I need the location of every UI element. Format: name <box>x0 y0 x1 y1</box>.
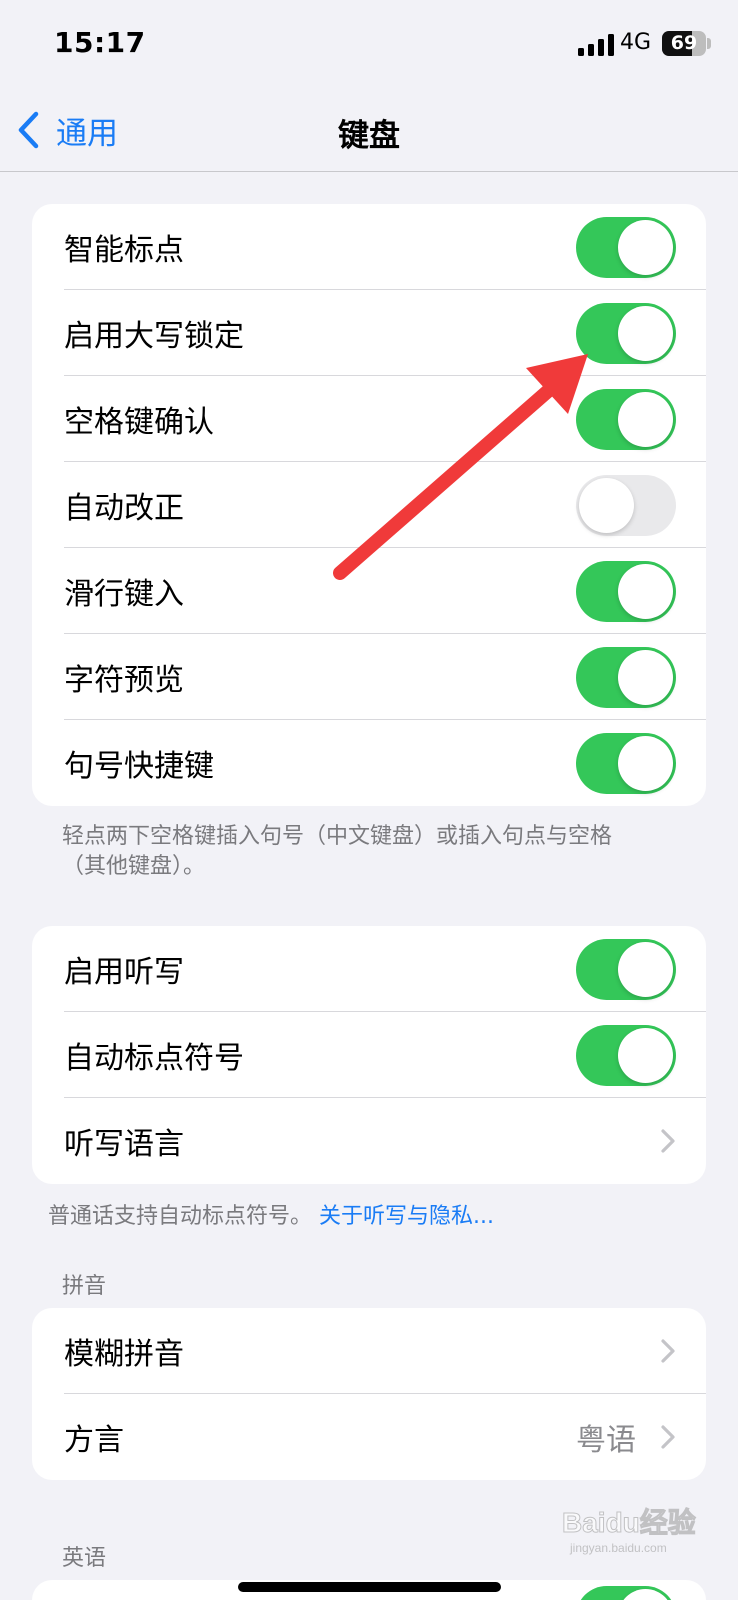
setting-row-character-preview: 字符预览 <box>32 634 706 720</box>
dictation-footnote: 普通话支持自动标点符号。 关于听写与隐私... <box>48 1202 708 1232</box>
page-title: 键盘 <box>338 118 400 154</box>
chevron-right-icon <box>661 1129 675 1153</box>
footnote-line: （其他键盘）。 <box>62 854 206 879</box>
row-label: 句号快捷键 <box>64 749 214 784</box>
home-indicator[interactable] <box>238 1582 501 1592</box>
row-label: 字符预览 <box>64 663 184 698</box>
setting-row-dictation-languages[interactable]: 听写语言 <box>32 1098 706 1184</box>
auto-correction-toggle[interactable] <box>576 474 676 536</box>
setting-row-caps-lock: 启用大写锁定 <box>32 290 706 376</box>
row-label: 启用听写 <box>64 955 184 990</box>
setting-row-smart-punctuation: 智能标点 <box>32 204 706 290</box>
network-type: 4G <box>620 30 652 55</box>
cellular-signal-icon <box>578 34 614 56</box>
footnote-text: 普通话支持自动标点符号。 <box>48 1204 313 1229</box>
setting-row-auto-punctuation: 自动标点符号 <box>32 1012 706 1098</box>
enable-dictation-toggle[interactable] <box>576 938 676 1000</box>
slide-to-type-toggle[interactable] <box>576 560 676 622</box>
status-bar: 15:17 4G 69 <box>0 0 738 90</box>
auto-punctuation-toggle[interactable] <box>576 1024 676 1086</box>
pinyin-group: 模糊拼音 方言 粤语 <box>32 1308 706 1480</box>
setting-row-fuzzy-pinyin[interactable]: 模糊拼音 <box>32 1308 706 1394</box>
row-label: 方言 <box>64 1423 124 1458</box>
chevron-right-icon <box>661 1339 675 1363</box>
row-label: 自动改正 <box>64 491 184 526</box>
baidu-watermark-logo: Baidu经验 jingyan.baidu.com <box>562 1506 697 1556</box>
row-label: 启用大写锁定 <box>64 319 244 354</box>
watermark-subtext: jingyan.baidu.com <box>569 1541 667 1555</box>
english-option-toggle[interactable] <box>576 1586 676 1600</box>
dialect-value: 粤语 <box>576 1423 636 1458</box>
character-preview-toggle[interactable] <box>576 646 676 708</box>
period-shortcut-toggle[interactable] <box>576 732 676 794</box>
setting-row-auto-correction: 自动改正 <box>32 462 706 548</box>
space-confirm-toggle[interactable] <box>576 388 676 450</box>
keyboard-options-group: 智能标点 启用大写锁定 空格键确认 自动改正 滑行键入 字符预览 句号快捷键 <box>32 204 706 806</box>
chevron-right-icon <box>661 1425 675 1449</box>
caps-lock-toggle[interactable] <box>576 302 676 364</box>
status-time: 15:17 <box>54 26 146 59</box>
battery-icon: 69 <box>662 31 706 56</box>
footnote-line: 轻点两下空格键插入句号（中文键盘）或插入句点与空格 <box>62 824 613 849</box>
row-label: 自动标点符号 <box>64 1041 244 1076</box>
period-shortcut-footnote: 轻点两下空格键插入句号（中文键盘）或插入句点与空格 （其他键盘）。 <box>62 822 682 882</box>
battery-level: 69 <box>670 32 698 54</box>
section-header-english: 英语 <box>62 1546 107 1571</box>
setting-row-period-shortcut: 句号快捷键 <box>32 720 706 806</box>
setting-row-dialect[interactable]: 方言 粤语 <box>32 1394 706 1480</box>
watermark-text: Baidu经验 <box>562 1506 696 1538</box>
section-header-pinyin: 拼音 <box>62 1274 107 1299</box>
setting-row-space-confirm: 空格键确认 <box>32 376 706 462</box>
row-label: 模糊拼音 <box>64 1337 184 1372</box>
smart-punctuation-toggle[interactable] <box>576 216 676 278</box>
navigation-bar: 通用 键盘 <box>0 90 738 172</box>
dictation-group: 启用听写 自动标点符号 听写语言 <box>32 926 706 1184</box>
row-label: 滑行键入 <box>64 577 184 612</box>
row-label: 空格键确认 <box>64 405 214 440</box>
row-label: 听写语言 <box>64 1127 184 1162</box>
battery-cap <box>707 38 711 49</box>
setting-row-slide-to-type: 滑行键入 <box>32 548 706 634</box>
row-label: 智能标点 <box>64 233 184 268</box>
dictation-privacy-link[interactable]: 关于听写与隐私... <box>319 1204 494 1229</box>
setting-row-enable-dictation: 启用听写 <box>32 926 706 1012</box>
